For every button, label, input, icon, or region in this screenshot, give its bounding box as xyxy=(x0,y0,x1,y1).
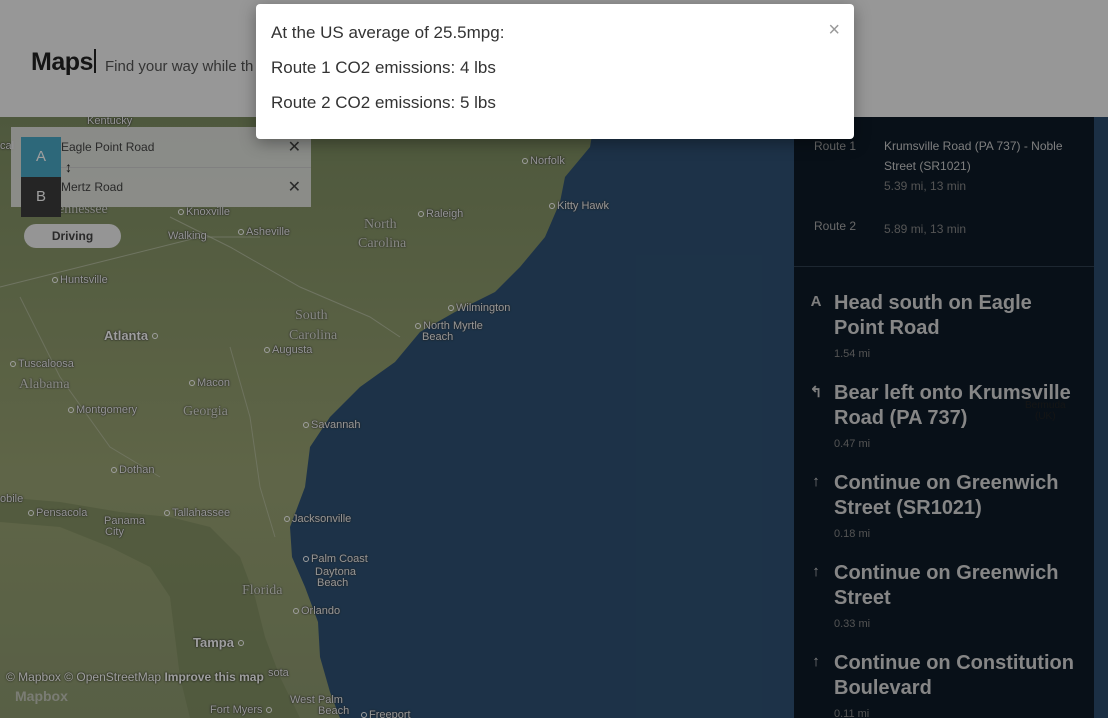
route-2-emissions: Route 2 CO2 emissions: 5 lbs xyxy=(271,93,496,112)
emissions-modal: At the US average of 25.5mpg: Route 1 CO… xyxy=(256,4,854,139)
close-icon[interactable]: × xyxy=(828,20,840,40)
modal-heading: At the US average of 25.5mpg: xyxy=(271,23,505,42)
route-1-emissions: Route 1 CO2 emissions: 4 lbs xyxy=(271,58,496,77)
